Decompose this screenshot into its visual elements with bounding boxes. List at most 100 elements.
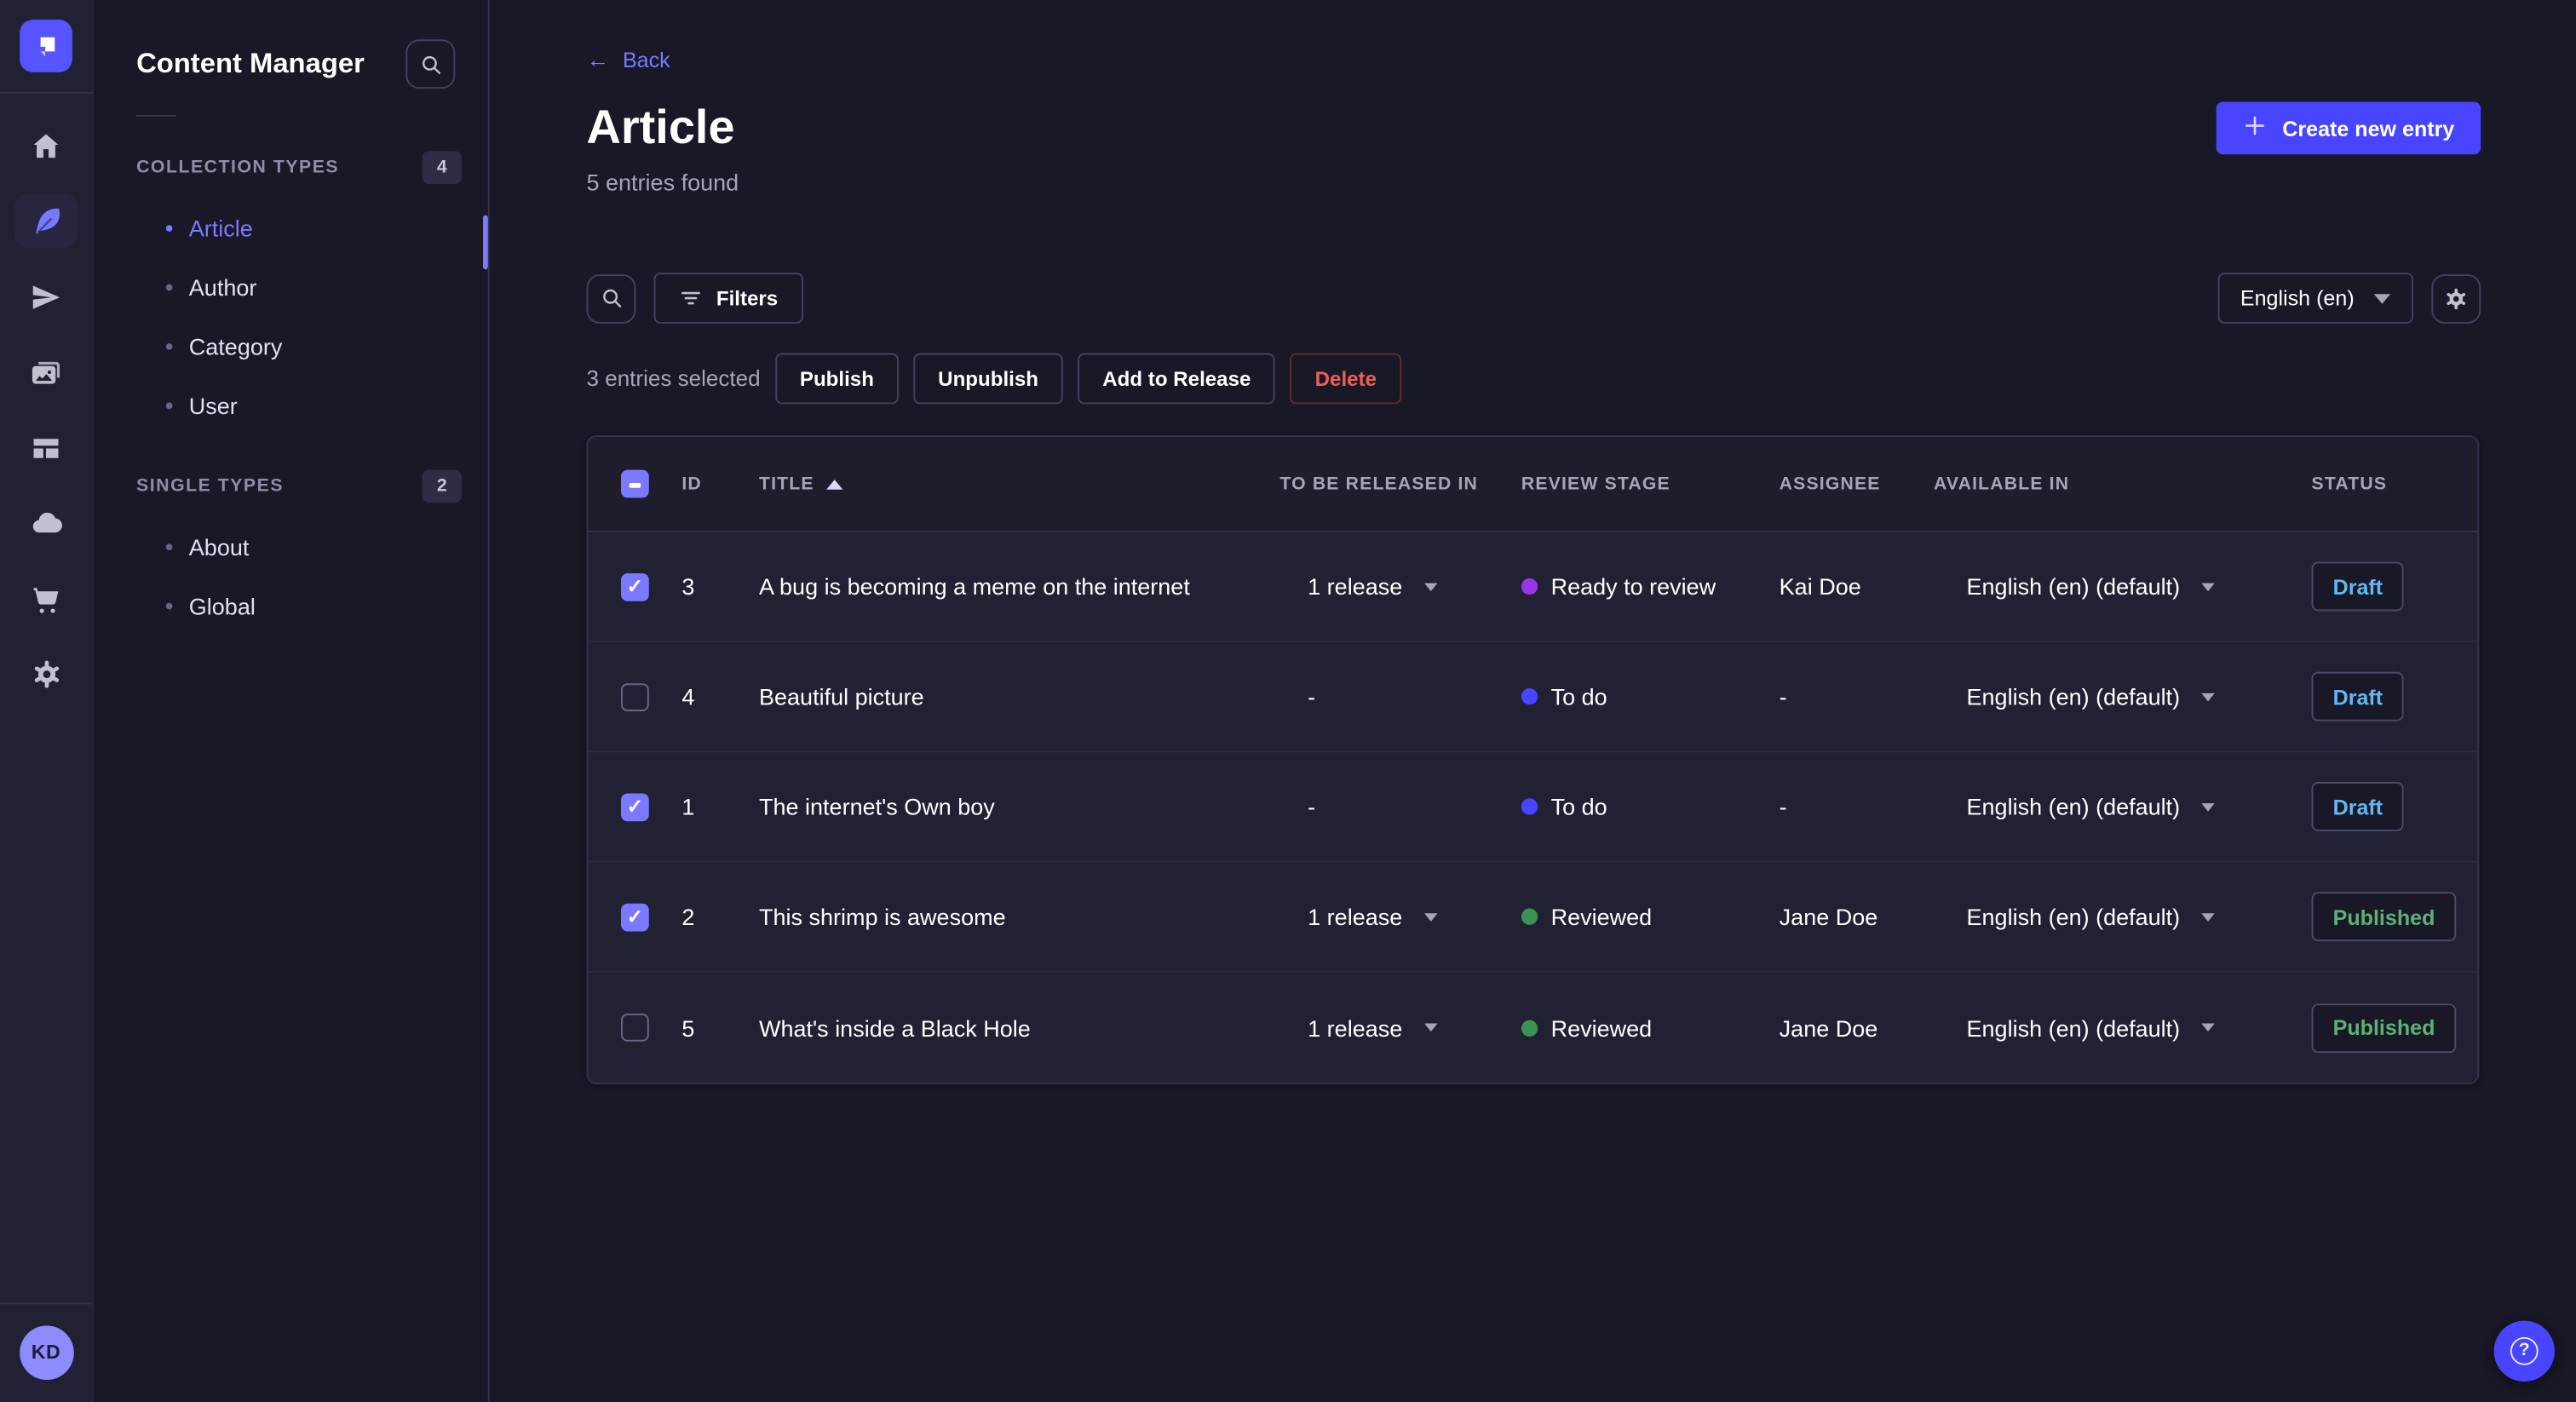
sort-ascending-icon bbox=[825, 479, 842, 489]
sidebar-search-button[interactable] bbox=[405, 39, 456, 89]
cell-available-in[interactable]: English (en) (default) bbox=[1934, 794, 2312, 819]
column-header-title[interactable]: TITLE bbox=[759, 474, 1279, 494]
content-type-builder-icon[interactable] bbox=[14, 421, 77, 475]
status-badge: Draft bbox=[2311, 782, 2405, 831]
cell-review-stage: To do bbox=[1521, 683, 1780, 710]
cell-title: Beautiful picture bbox=[759, 683, 924, 710]
selection-count-text: 3 entries selected bbox=[586, 366, 761, 392]
unpublish-button[interactable]: Unpublish bbox=[913, 353, 1063, 405]
locale-select[interactable]: English (en) bbox=[2217, 273, 2414, 324]
chevron-down-icon bbox=[2201, 1023, 2215, 1032]
sidebar-item-author[interactable]: Author bbox=[94, 258, 488, 317]
home-icon[interactable] bbox=[14, 118, 77, 173]
column-header-review-stage[interactable]: REVIEW STAGE bbox=[1521, 474, 1780, 493]
sidebar-item-user[interactable]: User bbox=[94, 376, 488, 435]
sidebar-item-global[interactable]: Global bbox=[94, 577, 488, 635]
create-new-entry-button[interactable]: Create new entry bbox=[2217, 101, 2481, 155]
sidebar-item-category[interactable]: Category bbox=[94, 317, 488, 376]
column-header-status[interactable]: STATUS bbox=[2312, 474, 2445, 493]
logo-container bbox=[0, 0, 93, 94]
cell-review-stage: Reviewed bbox=[1521, 1014, 1780, 1041]
cell-release[interactable]: 1 release bbox=[1279, 904, 1521, 930]
cell-assignee: Kai Doe bbox=[1779, 573, 1861, 600]
sidebar-divider bbox=[136, 115, 176, 117]
row-checkbox[interactable] bbox=[621, 792, 649, 821]
row-checkbox[interactable] bbox=[621, 682, 649, 711]
sidebar-item-about[interactable]: About bbox=[94, 518, 488, 577]
publish-button[interactable]: Publish bbox=[774, 353, 899, 405]
main-content: ← Back Article Create new entry 5 entrie… bbox=[490, 0, 2576, 1402]
chevron-down-icon bbox=[2201, 582, 2215, 591]
search-entries-button[interactable] bbox=[586, 273, 636, 323]
status-badge: Draft bbox=[2311, 671, 2405, 721]
cell-release: - bbox=[1308, 793, 1316, 820]
row-checkbox[interactable] bbox=[621, 572, 649, 600]
strapi-logo-icon bbox=[40, 37, 55, 56]
column-header-assignee[interactable]: ASSIGNEE bbox=[1780, 474, 1934, 493]
entries-count-text: 5 entries found bbox=[586, 169, 739, 196]
cell-available-in[interactable]: English (en) (default) bbox=[1934, 573, 2312, 600]
media-library-icon[interactable] bbox=[14, 345, 77, 399]
help-button[interactable] bbox=[2493, 1319, 2555, 1381]
delete-button[interactable]: Delete bbox=[1290, 353, 1401, 405]
chevron-down-icon bbox=[1423, 912, 1437, 921]
cell-assignee: Jane Doe bbox=[1779, 903, 1878, 930]
strapi-logo[interactable] bbox=[20, 20, 72, 72]
cell-release[interactable]: 1 release bbox=[1279, 573, 1521, 600]
cell-id: 3 bbox=[681, 573, 695, 600]
status-badge: Published bbox=[2311, 1003, 2457, 1053]
settings-gear-icon[interactable] bbox=[14, 647, 77, 702]
cell-id: 2 bbox=[681, 903, 695, 930]
add-to-release-button[interactable]: Add to Release bbox=[1078, 353, 1276, 405]
collection-types-count-badge: 4 bbox=[422, 151, 462, 185]
cloud-icon[interactable] bbox=[14, 496, 77, 550]
bullet-icon bbox=[165, 343, 173, 350]
nav-rail: KD bbox=[0, 0, 94, 1402]
column-header-available-in[interactable]: AVAILABLE IN bbox=[1934, 474, 2312, 493]
cell-available-in[interactable]: English (en) (default) bbox=[1934, 904, 2312, 930]
cell-release[interactable]: 1 release bbox=[1279, 1014, 1521, 1041]
app-window: KD Content Manager COLLECTION TYPES 4 Ar… bbox=[0, 0, 2576, 1402]
table-row[interactable]: 4 Beautiful picture - To do - English (e… bbox=[588, 642, 2478, 753]
cell-assignee: Jane Doe bbox=[1779, 1014, 1878, 1041]
column-header-id[interactable]: ID bbox=[681, 474, 759, 493]
cell-assignee: - bbox=[1779, 793, 1787, 820]
content-manager-icon[interactable] bbox=[14, 193, 78, 249]
back-link[interactable]: ← Back bbox=[587, 46, 670, 72]
page-title: Article bbox=[586, 101, 735, 155]
cell-available-in[interactable]: English (en) (default) bbox=[1934, 1014, 2312, 1041]
cell-id: 1 bbox=[681, 793, 695, 820]
active-item-indicator bbox=[483, 215, 488, 270]
cell-available-in[interactable]: English (en) (default) bbox=[1934, 683, 2312, 710]
sidebar-item-article[interactable]: Article bbox=[94, 198, 488, 257]
row-checkbox[interactable] bbox=[621, 902, 649, 931]
cell-assignee: - bbox=[1779, 683, 1787, 710]
row-checkbox[interactable] bbox=[621, 1013, 649, 1042]
selection-actions: 3 entries selected Publish Unpublish Add… bbox=[587, 353, 2481, 405]
table-row[interactable]: 1 The internet's Own boy - To do - Engli… bbox=[588, 752, 2478, 863]
status-badge: Published bbox=[2311, 892, 2457, 942]
filter-icon bbox=[681, 291, 700, 305]
table-row[interactable]: 5 What's inside a Black Hole 1 release R… bbox=[588, 973, 2477, 1083]
status-badge: Draft bbox=[2311, 561, 2405, 612]
cell-review-stage: Ready to review bbox=[1521, 573, 1780, 600]
single-types-count-badge: 2 bbox=[422, 469, 462, 503]
filters-button[interactable]: Filters bbox=[653, 273, 803, 324]
stage-dot-icon bbox=[1521, 1019, 1538, 1036]
collection-types-section: COLLECTION TYPES 4 Article Author Catego… bbox=[94, 151, 488, 435]
column-header-release[interactable]: TO BE RELEASED IN bbox=[1279, 474, 1521, 493]
user-avatar[interactable]: KD bbox=[19, 1324, 73, 1380]
bullet-icon bbox=[165, 225, 173, 232]
cell-id: 4 bbox=[681, 683, 695, 710]
single-types-section: SINGLE TYPES 2 About Global bbox=[94, 469, 488, 636]
select-all-checkbox[interactable] bbox=[621, 469, 649, 498]
cell-release: - bbox=[1308, 683, 1316, 710]
table-row[interactable]: 2 This shrimp is awesome 1 release Revie… bbox=[588, 863, 2478, 973]
releases-icon[interactable] bbox=[14, 269, 77, 324]
bullet-icon bbox=[165, 602, 173, 610]
bullet-icon bbox=[165, 402, 173, 410]
marketplace-cart-icon[interactable] bbox=[14, 572, 77, 626]
table-row[interactable]: 3 A bug is becoming a meme on the intern… bbox=[588, 532, 2478, 643]
cell-title: A bug is becoming a meme on the internet bbox=[759, 573, 1190, 600]
view-settings-button[interactable] bbox=[2431, 273, 2481, 323]
